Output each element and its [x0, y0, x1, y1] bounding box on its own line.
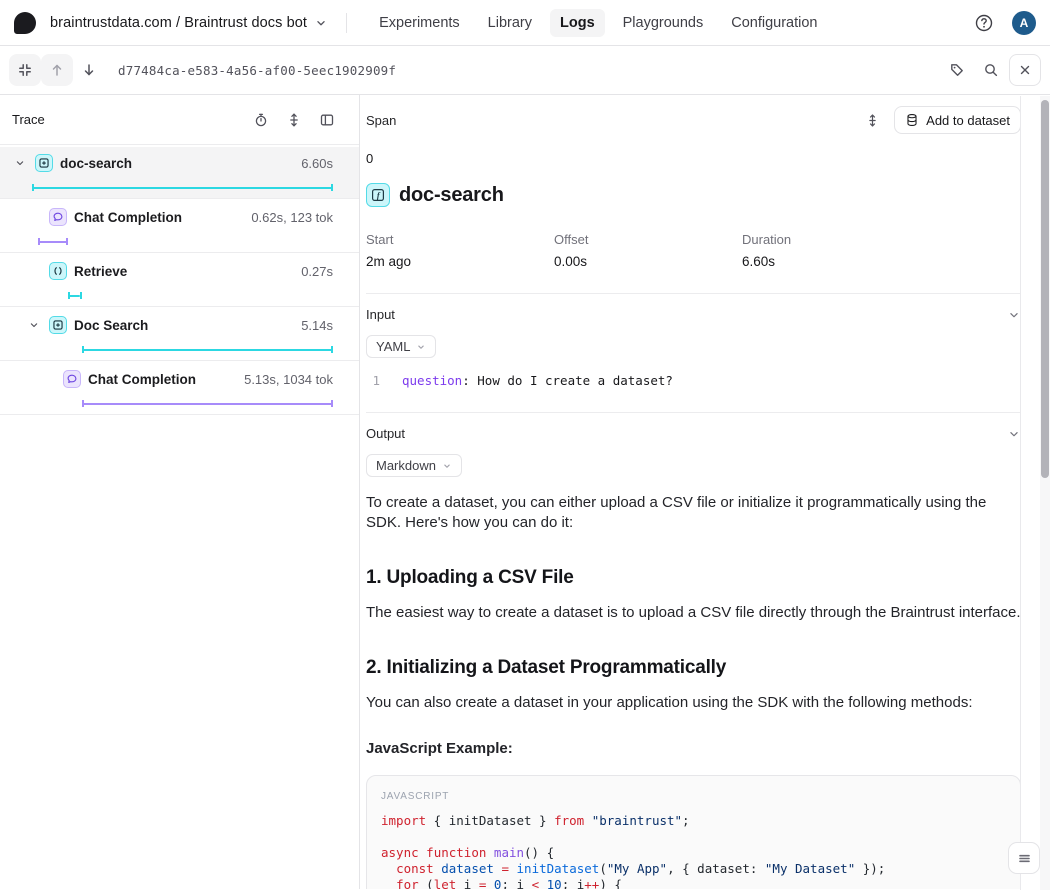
chevron-down-icon[interactable]	[12, 155, 28, 171]
chevron-down-icon[interactable]	[314, 16, 328, 30]
project-breadcrumb[interactable]: braintrustdata.com / Braintrust docs bot	[50, 15, 307, 31]
trace-tree: doc-search 6.60s Chat Completion 0.62s, 123…	[0, 147, 359, 415]
close-icon[interactable]	[1009, 54, 1041, 86]
avatar[interactable]: A	[1012, 11, 1036, 35]
span-name: doc-search	[60, 156, 294, 171]
expand-rows-icon[interactable]	[286, 112, 302, 128]
heading-uploading-csv: 1. Uploading a CSV File	[366, 565, 1021, 590]
output-section: Output Markdown To create a dataset, you…	[366, 412, 1021, 889]
span-duration: 6.60s	[301, 156, 333, 171]
trace-row[interactable]: Chat Completion 5.13s, 1034 tok	[0, 363, 359, 415]
next-span-button[interactable]	[73, 54, 105, 86]
meta-offset: Offset0.00s	[554, 232, 742, 269]
output-section-title: Output	[366, 426, 405, 441]
nav-logs[interactable]: Logs	[550, 9, 605, 37]
timeline-bar	[82, 400, 333, 407]
chat-bubble-icon	[49, 208, 67, 226]
nav-playgrounds[interactable]: Playgrounds	[613, 9, 714, 37]
markdown-output: To create a dataset, you can either uplo…	[366, 493, 1021, 889]
input-section-title: Input	[366, 307, 395, 322]
span-name: Chat Completion	[74, 210, 244, 225]
span-meta: Start2m agoOffset0.00sDuration6.60s	[366, 232, 1021, 269]
svg-text:f: f	[377, 190, 381, 200]
add-to-dataset-button[interactable]: Add to dataset	[894, 106, 1021, 134]
input-format-select[interactable]: YAML	[366, 335, 436, 358]
chevron-down-icon[interactable]	[26, 317, 42, 333]
collapse-fullscreen-button[interactable]	[9, 54, 41, 86]
nav-library[interactable]: Library	[478, 9, 542, 37]
search-icon[interactable]	[975, 54, 1007, 86]
javascript-example-label: JavaScript Example:	[366, 739, 1021, 759]
trace-row[interactable]: Retrieve 0.27s	[0, 255, 359, 307]
span-duration: 5.14s	[301, 318, 333, 333]
chevron-down-icon[interactable]	[1007, 427, 1021, 441]
trace-row[interactable]: Doc Search 5.14s	[0, 309, 359, 361]
paragraph: You can also create a dataset in your ap…	[366, 693, 1021, 713]
paragraph: The easiest way to create a dataset is t…	[366, 603, 1021, 623]
collapsed-panel-toggle-button[interactable]	[1008, 842, 1040, 874]
timeline-bar	[68, 292, 82, 299]
panel-divider	[1020, 96, 1021, 890]
code-lines: import { initDataset } from "braintrust"…	[381, 813, 1006, 889]
span-duration: 5.13s, 1034 tok	[244, 372, 333, 387]
scrollbar-thumb[interactable]	[1041, 100, 1049, 478]
meta-start: Start2m ago	[366, 232, 554, 269]
timeline-bar	[38, 238, 68, 245]
meta-duration: Duration6.60s	[742, 232, 1021, 269]
span-duration: 0.27s	[301, 264, 333, 279]
timeline-bar	[82, 346, 333, 353]
trace-row[interactable]: Chat Completion 0.62s, 123 tok	[0, 201, 359, 253]
input-code-line[interactable]: 1 question: How do I create a dataset?	[366, 373, 1021, 388]
trace-panel: Trace doc-search 6.60s Chat Completion 0.62…	[0, 95, 360, 889]
chat-bubble-icon	[63, 370, 81, 388]
side-panel-icon[interactable]	[319, 112, 335, 128]
chevron-down-icon[interactable]	[1007, 308, 1021, 322]
database-icon	[905, 113, 919, 127]
span-score: 0	[366, 151, 1021, 166]
top-bar: braintrustdata.com / Braintrust docs bot…	[0, 0, 1050, 46]
span-name-heading: doc-search	[399, 184, 504, 207]
span-name: Doc Search	[74, 318, 294, 333]
main-nav: Experiments Library Logs PlaygroundsConfigu…	[369, 9, 827, 37]
parentheses-icon	[49, 262, 67, 280]
span-name: Chat Completion	[88, 372, 237, 387]
trace-toolbar: d77484ca-e583-4a56-af00-5eec1902909f	[0, 46, 1050, 95]
span-name: Retrieve	[74, 264, 294, 279]
function-icon	[49, 316, 67, 334]
help-icon[interactable]	[973, 12, 995, 34]
input-section: Input YAML 1 question: How do I create a…	[366, 293, 1021, 388]
paragraph: To create a dataset, you can either uplo…	[366, 493, 1021, 533]
drag-handle-icon[interactable]	[865, 113, 880, 128]
span-duration: 0.62s, 123 tok	[251, 210, 333, 225]
nav-configuration[interactable]: Configuration	[721, 9, 827, 37]
braintrust-logo	[14, 12, 36, 34]
code-language-label: JAVASCRIPT	[381, 790, 1006, 803]
heading-initializing-dataset: 2. Initializing a Dataset Programmatical…	[366, 655, 1021, 680]
output-format-select[interactable]: Markdown	[366, 454, 462, 477]
function-icon: f	[366, 183, 390, 207]
trace-panel-title: Trace	[12, 112, 253, 127]
trace-id: d77484ca-e583-4a56-af00-5eec1902909f	[118, 63, 396, 78]
function-icon	[35, 154, 53, 172]
span-panel-title: Span	[366, 113, 865, 128]
code-block: JAVASCRIPT import { initDataset } from "…	[366, 775, 1021, 889]
span-panel: Span Add to dataset 0 f doc-search Start…	[360, 95, 1050, 889]
timer-icon[interactable]	[253, 112, 269, 128]
prev-span-button[interactable]	[41, 54, 73, 86]
timeline-bar	[32, 184, 333, 191]
divider	[346, 13, 347, 33]
trace-row[interactable]: doc-search 6.60s	[0, 147, 359, 199]
nav-experiments[interactable]: Experiments	[369, 9, 470, 37]
tag-icon[interactable]	[941, 54, 973, 86]
line-number: 1	[366, 373, 380, 388]
